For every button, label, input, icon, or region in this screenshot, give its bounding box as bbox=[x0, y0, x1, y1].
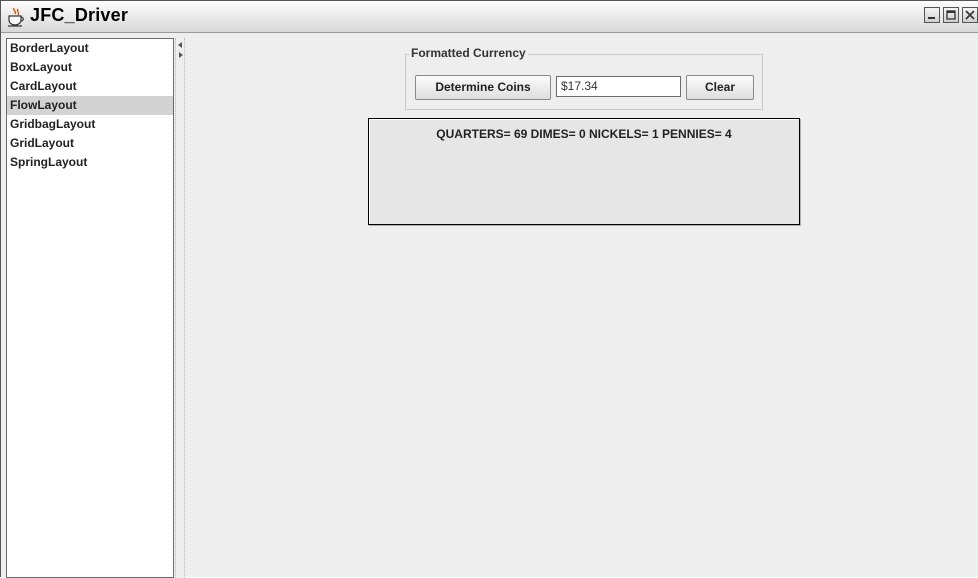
title-bar[interactable]: JFC_Driver bbox=[1, 1, 978, 33]
determine-coins-button[interactable]: Determine Coins bbox=[415, 75, 551, 100]
result-output: QUARTERS= 69 DIMES= 0 NICKELS= 1 PENNIES… bbox=[368, 118, 800, 225]
collapse-arrows-icon[interactable] bbox=[177, 41, 184, 59]
list-item-boxlayout[interactable]: BoxLayout bbox=[7, 58, 173, 77]
list-item-gridbaglayout[interactable]: GridbagLayout bbox=[7, 115, 173, 134]
list-item-springlayout[interactable]: SpringLayout bbox=[7, 153, 173, 172]
list-item-flowlayout[interactable]: FlowLayout bbox=[7, 96, 173, 115]
list-item-gridlayout[interactable]: GridLayout bbox=[7, 134, 173, 153]
result-text: QUARTERS= 69 DIMES= 0 NICKELS= 1 PENNIES… bbox=[436, 127, 732, 141]
currency-legend: Formatted Currency bbox=[409, 46, 528, 60]
maximize-button[interactable] bbox=[943, 7, 959, 23]
window-title: JFC_Driver bbox=[30, 5, 129, 25]
close-button[interactable] bbox=[962, 7, 978, 23]
minimize-icon bbox=[928, 17, 935, 19]
minimize-button[interactable] bbox=[924, 7, 940, 23]
split-pane-divider[interactable] bbox=[175, 38, 185, 578]
java-cup-icon bbox=[8, 7, 24, 27]
list-item-borderlayout[interactable]: BorderLayout bbox=[7, 39, 173, 58]
layout-list[interactable]: BorderLayout BoxLayout CardLayout FlowLa… bbox=[6, 38, 174, 578]
close-icon bbox=[965, 10, 975, 20]
amount-input[interactable]: $17.34 bbox=[556, 76, 681, 97]
window-controls bbox=[924, 7, 978, 23]
list-item-cardlayout[interactable]: CardLayout bbox=[7, 77, 173, 96]
clear-button[interactable]: Clear bbox=[686, 75, 754, 100]
app-window: JFC_Driver BorderLayout BoxLayout CardLa… bbox=[0, 0, 978, 578]
maximize-icon bbox=[946, 10, 956, 20]
